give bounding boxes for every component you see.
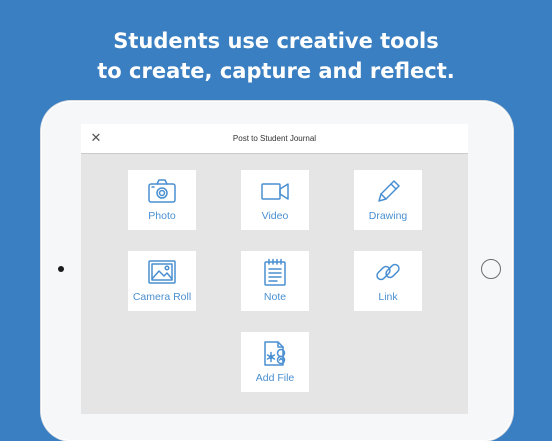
headline: Students use creative tools to create, c…	[0, 26, 552, 86]
video-tile[interactable]: Video	[241, 170, 309, 230]
link-tile[interactable]: Link	[354, 251, 422, 311]
note-tile[interactable]: Note	[241, 251, 309, 311]
link-icon	[376, 263, 400, 281]
link-label: Link	[378, 291, 398, 303]
note-label: Note	[263, 291, 287, 303]
camera-roll-label: Camera Roll	[132, 291, 192, 303]
pencil-icon	[378, 180, 400, 202]
front-camera-dot	[58, 266, 64, 272]
video-label: Video	[261, 210, 289, 222]
camera-roll-tile[interactable]: Camera Roll	[128, 251, 196, 311]
photo-label: Photo	[148, 210, 176, 222]
modal-title: Post to Student Journal	[232, 134, 317, 143]
drawing-tile[interactable]: Drawing	[354, 170, 422, 230]
photo-tile[interactable]: Photo	[128, 170, 196, 230]
drawing-label: Drawing	[368, 210, 408, 222]
add-file-label: Add File	[255, 372, 295, 384]
modal-header: ✕ Post to Student Journal	[81, 124, 468, 154]
add-file-tile[interactable]: Add File	[241, 332, 309, 392]
camera-icon	[148, 179, 176, 203]
home-button[interactable]	[481, 259, 501, 279]
video-camera-icon	[261, 183, 289, 200]
headline-line-1: Students use creative tools	[113, 29, 439, 53]
file-icon	[264, 341, 286, 366]
tablet-screen: ✕ Post to Student Journal Photo Video Dr…	[81, 124, 468, 414]
image-icon	[148, 260, 176, 284]
headline-line-2: to create, capture and reflect.	[97, 59, 455, 83]
notepad-icon	[264, 258, 286, 286]
